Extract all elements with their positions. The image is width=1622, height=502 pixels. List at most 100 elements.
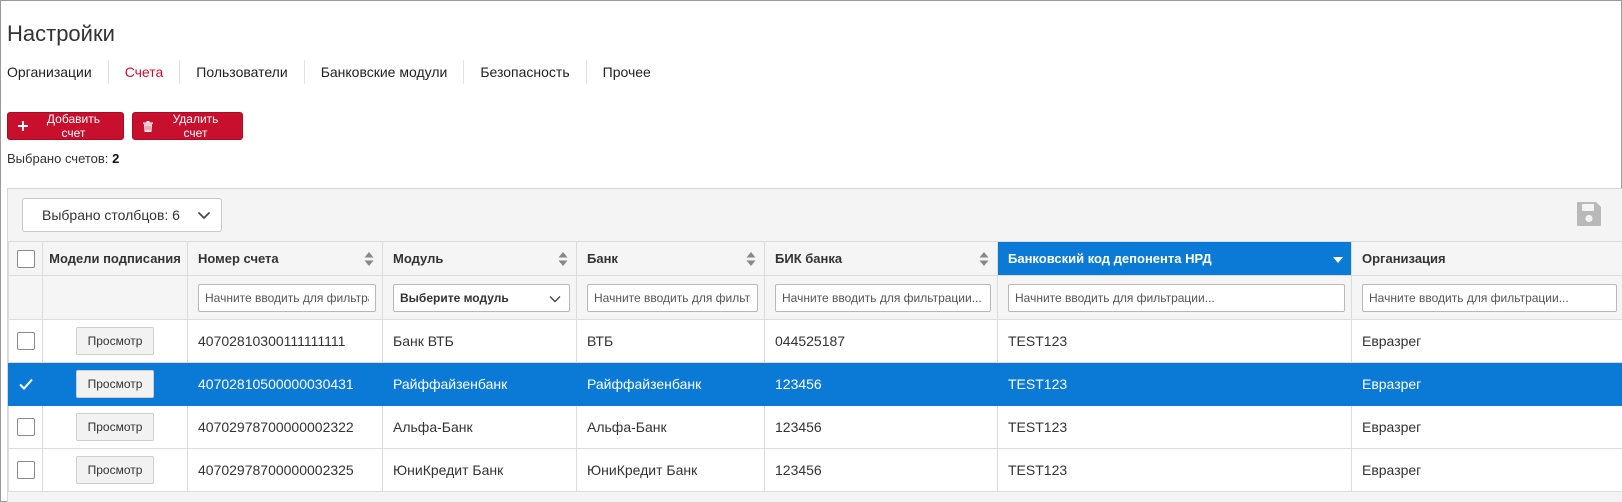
cell-bank: ВТБ: [576, 319, 765, 363]
row-select-cell: [8, 362, 43, 406]
cell-nrd-code: TEST123: [997, 448, 1352, 492]
cell-organization: Евразрег: [1351, 362, 1622, 406]
accounts-grid-panel: Выбрано столбцов: 6 Модели подписания Но…: [7, 188, 1622, 502]
cell-bik: 044525187: [764, 319, 998, 363]
cell-module: Банк ВТБ: [382, 319, 577, 363]
cell-bank: Альфа-Банк: [576, 405, 765, 449]
header-nrd-code-label: Банковский код депонента НРД: [1008, 251, 1212, 266]
header-nrd-code[interactable]: Банковский код депонента НРД: [997, 241, 1352, 276]
header-organization[interactable]: Организация: [1351, 241, 1622, 276]
sort-descending-icon: [1333, 257, 1343, 263]
cell-bik: 123456: [764, 448, 998, 492]
delete-account-button[interactable]: Удалить счет: [132, 112, 243, 140]
filter-account-number-input[interactable]: [198, 283, 376, 312]
row-view-cell: Просмотр: [42, 448, 188, 492]
cell-organization: Евразрег: [1351, 319, 1622, 363]
accounts-table: Модели подписания Номер счета Модуль Бан…: [8, 241, 1622, 492]
table-row[interactable]: Просмотр 40702978700000002322 Альфа-Банк…: [8, 405, 1622, 449]
cell-module: Райффайзенбанк: [382, 362, 577, 406]
header-module[interactable]: Модуль: [382, 241, 577, 276]
cell-bank: ЮниКредит Банк: [576, 448, 765, 492]
save-icon[interactable]: [1576, 201, 1602, 227]
filter-module-value: Выберите модуль: [400, 290, 509, 305]
filter-account-number-cell: [187, 275, 383, 320]
view-signing-models-button[interactable]: Просмотр: [76, 456, 154, 484]
header-signing-models: Модели подписания: [42, 241, 188, 276]
add-account-label: Добавить счет: [46, 112, 100, 140]
table-row[interactable]: Просмотр 40702810300111111111 Банк ВТБ В…: [8, 319, 1622, 363]
chevron-down-icon: [197, 211, 211, 220]
select-all-cell: [8, 241, 43, 276]
sort-icon: [364, 252, 374, 266]
cell-bik: 123456: [764, 405, 998, 449]
tab-users[interactable]: Пользователи: [179, 60, 303, 84]
tab-other[interactable]: Прочее: [585, 60, 667, 84]
sort-icon: [746, 252, 756, 266]
filter-bik-input[interactable]: [775, 283, 991, 312]
sort-icon: [979, 252, 989, 266]
cell-account-number: 40702810300111111111: [187, 319, 383, 363]
cell-nrd-code: TEST123: [997, 362, 1352, 406]
filter-empty-cell: [8, 275, 43, 320]
page-title: Настройки: [7, 20, 115, 46]
row-select-cell: [8, 319, 43, 363]
cell-module: ЮниКредит Банк: [382, 448, 577, 492]
filter-module-select[interactable]: Выберите модуль: [393, 283, 570, 312]
selected-accounts-label: Выбрано счетов:: [7, 151, 109, 166]
cell-bank: Райффайзенбанк: [576, 362, 765, 406]
add-account-button[interactable]: Добавить счет: [7, 112, 124, 140]
cell-organization: Евразрег: [1351, 405, 1622, 449]
filter-organization-cell: [1351, 275, 1622, 320]
selected-accounts-value: 2: [112, 151, 120, 166]
header-bik[interactable]: БИК банка: [764, 241, 998, 276]
delete-account-label: Удалить счет: [172, 112, 219, 140]
selected-accounts-counter: Выбрано счетов: 2: [7, 151, 119, 166]
tab-accounts[interactable]: Счета: [107, 60, 180, 84]
sort-icon: [558, 252, 568, 266]
header-bank-label: Банк: [587, 251, 618, 266]
row-checkbox[interactable]: [16, 332, 35, 351]
view-signing-models-button[interactable]: Просмотр: [76, 370, 154, 398]
cell-nrd-code: TEST123: [997, 319, 1352, 363]
table-row-selected[interactable]: Просмотр 40702810500000030431 Райффайзен…: [8, 362, 1622, 406]
chevron-down-icon: [549, 295, 561, 302]
view-signing-models-button[interactable]: Просмотр: [76, 327, 154, 355]
tab-bank-modules[interactable]: Банковские модули: [303, 60, 464, 84]
columns-selector-label: Выбрано столбцов: 6: [42, 207, 180, 223]
check-icon[interactable]: [17, 375, 35, 393]
cell-account-number: 40702810500000030431: [187, 362, 383, 406]
filter-bank-input[interactable]: [587, 283, 758, 312]
tab-security[interactable]: Безопасность: [463, 60, 585, 84]
row-checkbox[interactable]: [16, 418, 35, 437]
trash-icon: [143, 120, 153, 132]
columns-selector[interactable]: Выбрано столбцов: 6: [22, 198, 222, 232]
filter-empty-cell: [42, 275, 188, 320]
cell-module: Альфа-Банк: [382, 405, 577, 449]
cell-organization: Евразрег: [1351, 448, 1622, 492]
plus-icon: [18, 121, 28, 131]
filter-nrd-code-input[interactable]: [1008, 283, 1345, 312]
filter-bank-cell: [576, 275, 765, 320]
header-bank[interactable]: Банк: [576, 241, 765, 276]
filter-nrd-code-cell: [997, 275, 1352, 320]
cell-bik: 123456: [764, 362, 998, 406]
select-all-checkbox[interactable]: [16, 249, 35, 268]
header-account-number[interactable]: Номер счета: [187, 241, 383, 276]
row-select-cell: [8, 405, 43, 449]
settings-tabs: Организации Счета Пользователи Банковски…: [7, 60, 667, 84]
header-bik-label: БИК банка: [775, 251, 843, 266]
filter-bik-cell: [764, 275, 998, 320]
table-row[interactable]: Просмотр 40702978700000002325 ЮниКредит …: [8, 448, 1622, 492]
view-signing-models-button[interactable]: Просмотр: [76, 413, 154, 441]
row-checkbox[interactable]: [16, 461, 35, 480]
cell-nrd-code: TEST123: [997, 405, 1352, 449]
row-view-cell: Просмотр: [42, 362, 188, 406]
tab-organizations[interactable]: Организации: [7, 60, 108, 84]
filter-organization-input[interactable]: [1362, 283, 1617, 312]
row-view-cell: Просмотр: [42, 405, 188, 449]
cell-account-number: 40702978700000002325: [187, 448, 383, 492]
header-module-label: Модуль: [393, 251, 444, 266]
cell-account-number: 40702978700000002322: [187, 405, 383, 449]
row-select-cell: [8, 448, 43, 492]
header-account-number-label: Номер счета: [198, 251, 279, 266]
